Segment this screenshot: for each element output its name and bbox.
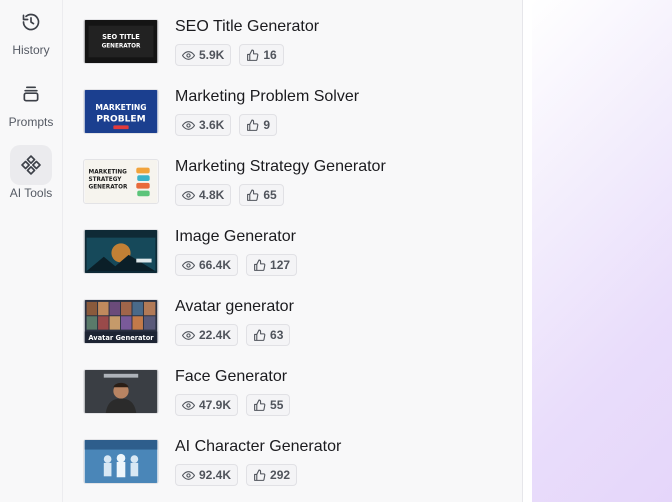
views-count: 66.4K — [199, 258, 232, 272]
likes-badge[interactable]: 55 — [246, 394, 291, 416]
likes-badge[interactable]: 65 — [239, 184, 284, 206]
history-icon — [10, 2, 52, 42]
svg-text:STRATEGY: STRATEGY — [89, 177, 123, 183]
views-count: 5.9K — [199, 48, 225, 62]
tool-row-face-generator[interactable]: Face Generator 47.9K 55 — [83, 362, 513, 432]
likes-badge[interactable]: 9 — [239, 114, 278, 136]
nav-rail: History Prompts AI Tools — [0, 0, 63, 502]
thumbs-up-icon — [254, 259, 266, 271]
views-badge: 92.4K — [175, 464, 239, 486]
tool-title: Face Generator — [175, 368, 288, 385]
ai-tools-icon — [10, 145, 52, 185]
tool-stats: 4.8K 65 — [175, 184, 284, 206]
tool-thumbnail: Avatar Generator — [83, 299, 159, 344]
tool-thumbnail: MARKETING PROBLEM — [83, 89, 159, 134]
views-count: 92.4K — [199, 468, 232, 482]
svg-text:PROBLEM: PROBLEM — [96, 115, 145, 125]
tool-thumbnail — [83, 369, 159, 414]
tool-thumbnail — [83, 229, 159, 274]
tool-thumbnail: SEO TITLE GENERATOR — [83, 19, 159, 64]
thumbs-up-icon — [254, 469, 266, 481]
views-count: 3.6K — [199, 118, 225, 132]
background-gradient — [532, 0, 672, 502]
tool-title: Image Generator — [175, 228, 296, 245]
tool-stats: 5.9K 16 — [175, 44, 284, 66]
views-count: 22.4K — [199, 328, 232, 342]
tool-thumbnail — [83, 439, 159, 484]
ai-tools-panel: SEO TITLE GENERATOR SEO Title Generator … — [63, 0, 523, 502]
tool-row-marketing-strategy-generator[interactable]: MARKETING STRATEGY GENERATOR Marketing S… — [83, 152, 513, 222]
likes-count: 65 — [263, 188, 277, 202]
tool-title: SEO Title Generator — [175, 18, 320, 35]
tool-list: SEO TITLE GENERATOR SEO Title Generator … — [83, 12, 513, 502]
eye-icon — [182, 400, 195, 410]
svg-text:MARKETING: MARKETING — [95, 103, 146, 112]
tool-title: AI Character Generator — [175, 438, 342, 455]
tool-title: Marketing Problem Solver — [175, 88, 360, 105]
views-badge: 47.9K — [175, 394, 239, 416]
eye-icon — [182, 190, 195, 200]
eye-icon — [182, 470, 195, 480]
likes-badge[interactable]: 16 — [239, 44, 284, 66]
views-badge: 3.6K — [175, 114, 232, 136]
tool-stats: 47.9K 55 — [175, 394, 291, 416]
views-badge: 5.9K — [175, 44, 232, 66]
likes-count: 16 — [263, 48, 277, 62]
likes-count: 63 — [270, 328, 284, 342]
nav-item-prompts[interactable]: Prompts — [0, 74, 62, 129]
tool-row-seo-title-generator[interactable]: SEO TITLE GENERATOR SEO Title Generator … — [83, 12, 513, 82]
thumbs-up-icon — [247, 49, 259, 61]
likes-count: 55 — [270, 398, 284, 412]
likes-count: 292 — [270, 468, 291, 482]
nav-item-ai-tools[interactable]: AI Tools — [0, 145, 62, 200]
svg-text:MARKETING: MARKETING — [89, 169, 128, 175]
thumbs-up-icon — [254, 399, 266, 411]
nav-item-label: Prompts — [8, 115, 54, 129]
nav-item-label: AI Tools — [9, 186, 53, 200]
svg-text:GENERATOR: GENERATOR — [102, 44, 141, 50]
tool-stats: 3.6K 9 — [175, 114, 278, 136]
views-badge: 22.4K — [175, 324, 239, 346]
tool-row-avatar-generator[interactable]: Avatar Generator Avatar generator 22.4K … — [83, 292, 513, 362]
eye-icon — [182, 120, 195, 130]
tool-row-image-generator[interactable]: Image Generator 66.4K 127 — [83, 222, 513, 292]
tool-stats: 66.4K 127 — [175, 254, 298, 276]
tool-thumbnail: MARKETING STRATEGY GENERATOR — [83, 159, 159, 204]
views-count: 4.8K — [199, 188, 225, 202]
eye-icon — [182, 50, 195, 60]
thumbs-up-icon — [254, 329, 266, 341]
likes-count: 9 — [263, 118, 271, 132]
views-badge: 66.4K — [175, 254, 239, 276]
views-count: 47.9K — [199, 398, 232, 412]
tool-title: Marketing Strategy Generator — [175, 158, 386, 175]
tool-title: Avatar generator — [175, 298, 294, 315]
tool-stats: 92.4K 292 — [175, 464, 298, 486]
svg-text:Avatar Generator: Avatar Generator — [88, 334, 154, 342]
likes-badge[interactable]: 292 — [246, 464, 298, 486]
svg-text:SEO TITLE: SEO TITLE — [102, 33, 140, 41]
views-badge: 4.8K — [175, 184, 232, 206]
prompts-icon — [10, 74, 52, 114]
svg-text:GENERATOR: GENERATOR — [89, 185, 128, 191]
thumbs-up-icon — [247, 119, 259, 131]
tool-row-marketing-problem-solver[interactable]: MARKETING PROBLEM Marketing Problem Solv… — [83, 82, 513, 152]
likes-badge[interactable]: 127 — [246, 254, 298, 276]
nav-item-label: History — [12, 43, 50, 57]
eye-icon — [182, 330, 195, 340]
tool-stats: 22.4K 63 — [175, 324, 291, 346]
likes-count: 127 — [270, 258, 291, 272]
likes-badge[interactable]: 63 — [246, 324, 291, 346]
eye-icon — [182, 260, 195, 270]
thumbs-up-icon — [247, 189, 259, 201]
nav-item-history[interactable]: History — [0, 2, 62, 57]
tool-row-ai-character-generator[interactable]: AI Character Generator 92.4K 292 — [83, 432, 513, 502]
